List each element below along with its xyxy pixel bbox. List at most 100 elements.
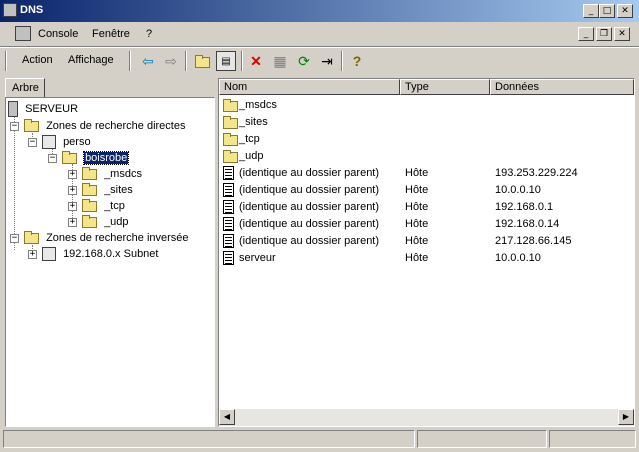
record-icon — [223, 183, 234, 197]
folder-icon — [24, 118, 39, 132]
tree-pane[interactable]: SERVEUR − Zones de recherche directes − … — [5, 97, 215, 427]
expand-icon[interactable]: + — [28, 250, 37, 259]
list-row[interactable]: (identique au dossier parent) Hôte 192.168… — [219, 216, 634, 233]
column-header-type[interactable]: Type — [400, 79, 490, 95]
list-row[interactable]: serveur Hôte 10.0.0.10 — [219, 250, 634, 267]
menu-affichage[interactable]: Affichage — [68, 54, 114, 66]
column-header-nom[interactable]: Nom — [219, 79, 400, 95]
cell-nom: (identique au dossier parent) — [239, 218, 380, 230]
minimize-button[interactable]: _ — [583, 4, 599, 18]
tree-item-sites[interactable]: _sites — [82, 182, 133, 198]
record-icon — [223, 200, 234, 214]
cell-type: Hôte — [405, 184, 429, 196]
show-hide-tree-icon[interactable]: ▤ — [216, 51, 236, 71]
server-icon — [8, 101, 18, 118]
expand-icon[interactable]: + — [68, 170, 77, 179]
collapse-icon[interactable]: − — [10, 122, 19, 131]
properties-icon[interactable]: ▦ — [270, 51, 290, 71]
child-close-button[interactable]: ✕ — [614, 27, 630, 41]
record-icon — [223, 234, 234, 248]
export-list-icon[interactable]: ⇥ — [317, 51, 337, 71]
status-pane-2 — [417, 430, 547, 448]
menu-help[interactable]: ? — [146, 28, 152, 40]
title-bar[interactable]: DNS _ □ ✕ — [0, 0, 639, 22]
cell-nom: (identique au dossier parent) — [239, 184, 380, 196]
toolbar-separator — [241, 51, 243, 71]
column-header-donnees[interactable]: Données — [490, 79, 634, 95]
toolbar-separator — [341, 51, 343, 71]
delete-icon[interactable]: ✕ — [246, 51, 266, 71]
cell-nom: _udp — [239, 150, 264, 162]
close-button[interactable]: ✕ — [617, 4, 633, 18]
refresh-icon[interactable]: ⟳ — [294, 51, 314, 71]
collapse-icon[interactable]: − — [48, 154, 57, 163]
up-folder-icon[interactable] — [192, 51, 212, 71]
expand-icon[interactable]: + — [68, 218, 77, 227]
tree-item-serveur[interactable]: SERVEUR — [8, 101, 78, 118]
tree-item-perso[interactable]: perso — [42, 134, 91, 150]
folder-icon — [82, 182, 97, 196]
tab-arbre[interactable]: Arbre — [5, 78, 45, 98]
cell-donnees: 10.0.0.10 — [495, 184, 541, 196]
list-row[interactable]: _sites — [219, 114, 634, 131]
open-folder-icon — [62, 150, 77, 164]
help-icon[interactable]: ? — [347, 51, 367, 71]
cell-nom: serveur — [239, 252, 276, 264]
back-arrow-icon[interactable]: ⇦ — [138, 51, 158, 71]
tree-line — [14, 116, 16, 250]
cell-nom: _msdcs — [239, 99, 277, 111]
cell-donnees: 192.168.0.1 — [495, 201, 554, 213]
list-row[interactable]: (identique au dossier parent) Hôte 192.168… — [219, 199, 634, 216]
tree-item-udp[interactable]: _udp — [82, 214, 129, 230]
list-row[interactable]: (identique au dossier parent) Hôte 193.253… — [219, 165, 634, 182]
toolbar-separator — [129, 51, 131, 71]
list-pane[interactable]: Nom Type Données _msdcs _sites _tcp _udp (id… — [218, 78, 635, 427]
expand-icon[interactable]: + — [68, 186, 77, 195]
expand-icon[interactable]: + — [68, 202, 77, 211]
tree-item-subnet[interactable]: 192.168.0.x Subnet — [42, 246, 158, 262]
tree-item-zones-directes[interactable]: Zones de recherche directes — [24, 118, 185, 134]
zone-icon — [42, 135, 56, 150]
tree-item-boisrobe[interactable]: boisrobe — [62, 150, 130, 166]
menu-fenetre[interactable]: Fenêtre — [92, 28, 130, 40]
cell-nom: (identique au dossier parent) — [239, 201, 380, 213]
record-icon — [223, 217, 234, 231]
cell-nom: (identique au dossier parent) — [239, 167, 380, 179]
zone-icon — [42, 247, 56, 262]
collapse-icon[interactable]: − — [28, 138, 37, 147]
window-title: DNS — [20, 4, 44, 16]
scroll-right-button[interactable]: ▶ — [618, 409, 634, 425]
horizontal-scrollbar[interactable]: ◀ ▶ — [219, 409, 634, 426]
folder-icon — [223, 133, 238, 146]
record-icon — [223, 166, 234, 180]
folder-icon — [223, 116, 238, 129]
status-pane-3 — [549, 430, 636, 448]
list-row[interactable]: _udp — [219, 148, 634, 165]
tree-item-zones-inverses[interactable]: Zones de recherche inversée — [24, 230, 189, 246]
list-row[interactable]: (identique au dossier parent) Hôte 217.128… — [219, 233, 634, 250]
menu-action[interactable]: Action — [22, 54, 53, 66]
tree-item-msdcs[interactable]: _msdcs — [82, 166, 142, 182]
menu-console[interactable]: Console — [38, 28, 78, 40]
list-row[interactable]: _tcp — [219, 131, 634, 148]
record-icon — [223, 251, 234, 265]
forward-arrow-icon[interactable]: ⇨ — [161, 51, 181, 71]
cell-nom: (identique au dossier parent) — [239, 235, 380, 247]
child-restore-button[interactable]: ❐ — [596, 27, 612, 41]
folder-icon — [223, 150, 238, 163]
list-row[interactable]: _msdcs — [219, 97, 634, 114]
list-row[interactable]: (identique au dossier parent) Hôte 10.0.0.… — [219, 182, 634, 199]
maximize-button[interactable]: □ — [599, 4, 615, 18]
child-minimize-button[interactable]: _ — [578, 27, 594, 41]
status-pane-main — [3, 430, 415, 448]
scroll-left-button[interactable]: ◀ — [219, 409, 235, 425]
cell-donnees: 10.0.0.10 — [495, 252, 541, 264]
main-menubar: Console Fenêtre ? _ ❐ ✕ — [0, 23, 639, 45]
cell-donnees: 217.128.66.145 — [495, 235, 572, 247]
tree-item-tcp[interactable]: _tcp — [82, 198, 125, 214]
cell-nom: _tcp — [239, 133, 260, 145]
console-icon — [15, 26, 31, 41]
collapse-icon[interactable]: − — [10, 234, 19, 243]
toolbar-separator — [185, 51, 187, 71]
dns-app-icon — [3, 3, 17, 17]
